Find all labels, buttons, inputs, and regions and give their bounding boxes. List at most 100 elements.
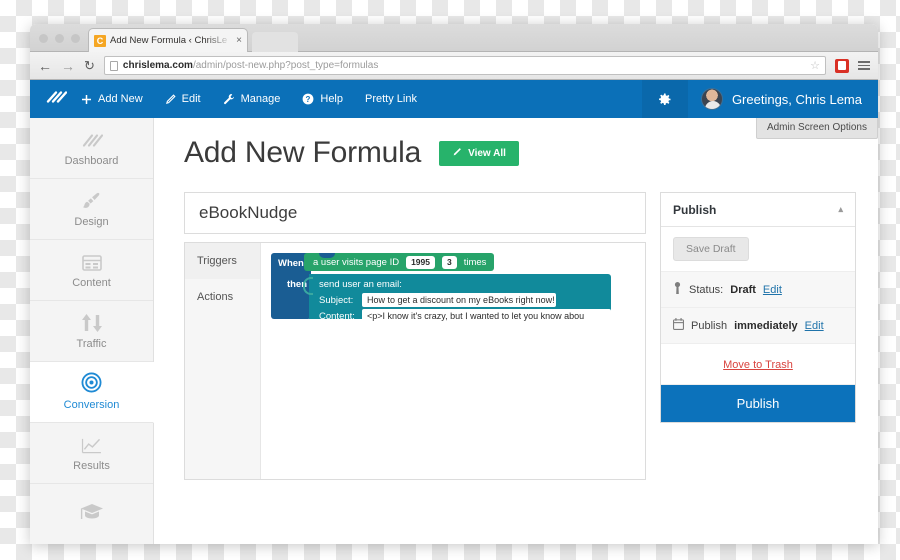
editor-side-column: Publish ▴ Save Draft Status: Draft Edit … [660,192,856,423]
action-block[interactable]: send user an email: Subject: How to get … [309,274,611,323]
trigger-page-id-input[interactable]: 1995 [406,255,435,269]
admin-sidebar: Dashboard Design Content Traffic Convers… [30,118,154,544]
browser-menu-icon[interactable] [858,61,870,70]
sidebar-item-label: Dashboard [64,155,119,167]
back-icon[interactable]: ← [38,59,52,73]
status-value: Draft [730,283,756,296]
maximize-window-button[interactable] [71,34,80,43]
page-title: Add New Formula [184,136,422,169]
admin-bar: Add New Edit Manage ? Help Pretty Link G… [30,80,878,118]
minimize-window-button[interactable] [55,34,64,43]
tab-triggers[interactable]: Triggers [185,243,260,279]
editor-tab-list: Triggers Actions [185,243,261,479]
close-window-button[interactable] [39,34,48,43]
trigger-times-input[interactable]: 3 [442,255,457,269]
sidebar-item-training[interactable] [30,484,153,544]
publish-button[interactable]: Publish [661,385,855,422]
sidebar-item-label: Design [74,216,109,228]
gear-icon[interactable] [641,80,688,118]
subject-input[interactable]: How to get a discount on my eBooks right… [362,293,556,307]
view-all-label: View All [468,147,506,159]
plus-icon [81,94,92,105]
new-tab-button[interactable] [252,32,298,52]
page-header: Add New Formula View All [184,136,856,170]
formula-canvas[interactable]: When then send user an email: Subject: H… [261,243,645,479]
admin-screen-options-tab[interactable]: Admin Screen Options [755,118,878,139]
grid-icon [81,251,102,271]
sidebar-item-label: Results [73,460,110,472]
browser-tab[interactable]: C Add New Formula ‹ ChrisLe × [88,28,248,52]
admin-menu-add-new[interactable]: Add New [81,93,143,105]
extension-icon[interactable] [835,58,849,73]
sidebar-item-design[interactable]: Design [30,179,153,240]
pencil-icon [165,93,176,105]
trigger-block[interactable]: a user visits page ID 1995 3 times [304,253,495,271]
admin-menu-label: Manage [240,93,281,105]
admin-bar-right: Greetings, Chris Lema [641,80,878,118]
pin-icon [673,282,682,297]
greeting-text: Greetings, Chris Lema [731,91,862,107]
bookmark-star-icon[interactable]: ☆ [810,59,820,72]
reload-icon[interactable]: ↻ [84,58,95,74]
avatar [700,88,723,110]
url-path: /admin/post-new.php?post_type=formulas [192,60,379,71]
site-logo-icon[interactable] [30,89,81,110]
url-domain: chrislema.com [122,60,193,71]
status-edit-link[interactable]: Edit [763,284,782,296]
formula-title-input[interactable]: eBookNudge [184,192,646,234]
trash-row: Move to Trash [661,344,855,385]
wrench-icon [223,93,235,105]
chart-line-icon [81,434,102,454]
formula-editor: Triggers Actions When then send user an [184,242,646,480]
editor-main-column: eBookNudge Triggers Actions When then se… [184,192,646,480]
schedule-label: Publish [691,319,728,332]
publish-panel: Publish ▴ Save Draft Status: Draft Edit … [660,192,856,423]
trigger-notch [319,253,335,258]
status-label: Status: [689,283,724,296]
action-heading: send user an email: [319,279,402,290]
view-all-button[interactable]: View All [439,140,519,166]
admin-menu-label: Edit [181,93,201,105]
question-circle-icon: ? [302,93,314,105]
content-input[interactable]: <p>I know it's crazy, but I wanted to le… [362,309,611,323]
sidebar-item-label: Content [72,277,111,289]
sidebar-item-conversion[interactable]: Conversion [30,362,154,423]
svg-text:?: ? [306,95,311,104]
page-info-icon[interactable] [109,60,118,71]
editor-columns: eBookNudge Triggers Actions When then se… [184,192,856,480]
user-greeting[interactable]: Greetings, Chris Lema [688,80,878,118]
page-viewport: Add New Edit Manage ? Help Pretty Link G… [30,80,878,544]
move-to-trash-link[interactable]: Move to Trash [723,359,793,371]
when-label: When [278,258,304,269]
address-bar[interactable]: chrislema.com/admin/post-new.php?post_ty… [103,56,826,75]
subject-label: Subject: [319,294,354,306]
admin-menu-label: Pretty Link [365,93,417,105]
admin-menu-manage[interactable]: Manage [223,93,281,105]
close-icon[interactable]: × [236,35,242,46]
browser-tab-strip: C Add New Formula ‹ ChrisLe × [30,24,878,52]
pencil-icon [452,147,462,160]
tab-actions[interactable]: Actions [185,279,260,315]
admin-menu-help[interactable]: ? Help [302,93,343,105]
admin-body: Dashboard Design Content Traffic Convers… [30,118,878,544]
admin-bar-menu: Add New Edit Manage ? Help Pretty Link [81,93,417,105]
save-draft-row: Save Draft [661,227,855,272]
window-controls[interactable] [39,34,80,43]
schedule-edit-link[interactable]: Edit [805,320,824,332]
graduation-cap-icon [80,501,104,521]
admin-menu-pretty-link[interactable]: Pretty Link [365,93,417,105]
sidebar-item-dashboard[interactable]: Dashboard [30,118,153,179]
sidebar-item-content[interactable]: Content [30,240,153,301]
admin-content: Add New Formula View All eBookNudge Trig… [154,118,878,544]
chevron-up-icon[interactable]: ▴ [838,204,843,215]
sidebar-item-results[interactable]: Results [30,423,153,484]
save-draft-button[interactable]: Save Draft [673,237,749,261]
trigger-text-before: a user visits page ID [313,256,400,268]
forward-icon[interactable]: → [61,59,75,73]
admin-menu-label: Help [320,93,343,105]
publish-panel-title: Publish [673,202,717,217]
url-text: chrislema.com/admin/post-new.php?post_ty… [123,60,378,71]
sidebar-item-traffic[interactable]: Traffic [30,301,153,362]
favicon-icon: C [94,34,106,47]
admin-menu-edit[interactable]: Edit [165,93,201,105]
